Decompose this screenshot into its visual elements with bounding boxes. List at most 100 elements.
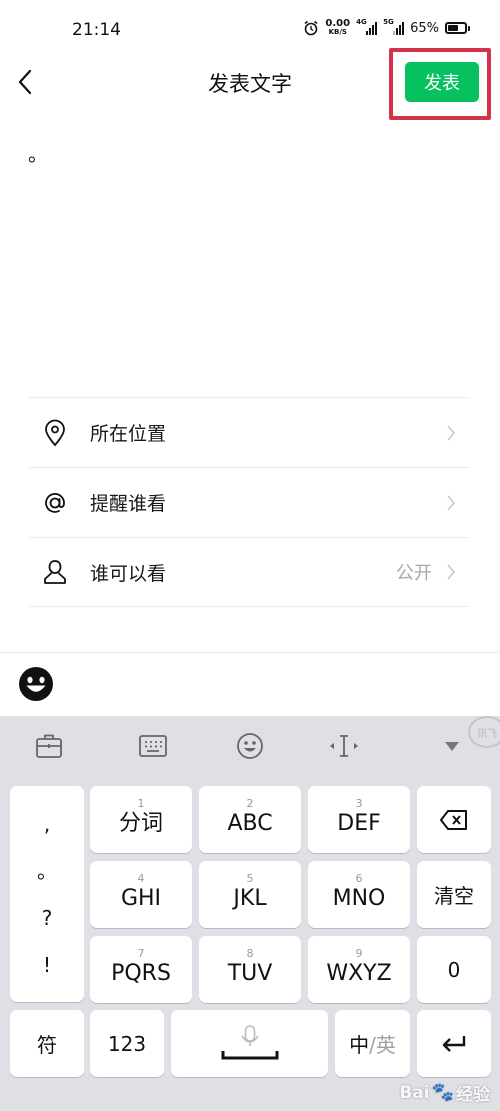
backspace-icon	[440, 809, 467, 830]
key-label: DEF	[337, 810, 381, 836]
option-visibility[interactable]: 谁可以看 公开	[28, 537, 470, 607]
key-number: 9	[355, 946, 363, 960]
triangle-down-icon	[445, 742, 459, 751]
option-mention[interactable]: 提醒谁看	[28, 467, 470, 537]
status-indicators: 0.00 KB/S 4G 5G 65%	[303, 18, 470, 37]
keyboard-cursor-button[interactable]	[328, 730, 360, 762]
key-number: 4	[137, 871, 145, 885]
chevron-right-icon	[447, 424, 456, 441]
keyboard-emoji-button[interactable]	[234, 730, 266, 762]
key-4[interactable]: 4 GHI	[90, 861, 192, 928]
ime-switch-label: 中/英	[349, 1029, 396, 1058]
space-key[interactable]	[171, 1010, 328, 1077]
location-pin-icon	[45, 419, 65, 446]
clear-key-label: 清空	[434, 884, 474, 908]
key-label: PQRS	[111, 960, 171, 986]
ime-logo: 讯飞	[468, 716, 500, 748]
key-number: 8	[246, 946, 254, 960]
emoji-bar	[0, 652, 500, 716]
keyboard-collapse-button[interactable]	[436, 730, 468, 762]
keyboard-icon	[139, 735, 167, 757]
key-9[interactable]: 9 WXYZ	[308, 936, 410, 1003]
zero-key[interactable]: 0	[417, 936, 491, 1003]
key-6[interactable]: 6 MNO	[308, 861, 410, 928]
key-number: 1	[137, 796, 145, 810]
battery-percentage: 65%	[410, 20, 439, 36]
cursor-move-icon	[330, 735, 358, 757]
key-number: 3	[355, 796, 363, 810]
sim2-network-tag: 5G	[383, 18, 394, 26]
punctuation-key-column[interactable]: , 。 ? !	[10, 786, 84, 1002]
zero-key-label: 0	[447, 957, 461, 982]
at-sign-icon	[45, 492, 65, 513]
numeric-key[interactable]: 123	[90, 1010, 164, 1077]
option-visibility-value: 公开	[396, 563, 432, 584]
watermark-text: Bai	[399, 1082, 430, 1103]
enter-key[interactable]	[417, 1010, 491, 1077]
key-number: 2	[246, 796, 254, 810]
person-icon	[44, 560, 66, 584]
emoji-smiley-icon[interactable]	[18, 666, 54, 702]
battery-fill	[448, 25, 459, 31]
option-mention-label: 提醒谁看	[90, 493, 167, 515]
option-location[interactable]: 所在位置	[28, 397, 470, 467]
numeric-key-label: 123	[107, 1031, 147, 1056]
toolbox-icon	[36, 734, 62, 758]
keyboard-layout-button[interactable]	[137, 730, 169, 762]
publish-button[interactable]: 发表	[405, 62, 479, 102]
ime-chinese-label: 中	[349, 1033, 370, 1057]
ime-keyboard: 讯飞 , 。 ? ! 1 分词 2 ABC 3 DEF 4 GHI 5 JKL …	[0, 716, 500, 1111]
watermark-text-2: 经验	[456, 1085, 490, 1105]
symbol-key[interactable]: 符	[10, 1010, 84, 1077]
option-location-label: 所在位置	[90, 423, 167, 445]
backspace-key[interactable]	[417, 786, 491, 853]
post-options-list: 所在位置 提醒谁看 谁可以看 公开	[28, 397, 470, 607]
baidu-paw-icon: 🐾	[431, 1082, 454, 1103]
battery-icon	[445, 22, 470, 34]
post-text-input[interactable]: 。	[28, 138, 48, 167]
key-number: 6	[355, 871, 363, 885]
keyboard-toolbox-button[interactable]	[33, 730, 65, 762]
key-label: WXYZ	[326, 960, 392, 986]
key-1[interactable]: 1 分词	[90, 786, 192, 853]
status-time: 21:14	[72, 20, 121, 40]
key-3[interactable]: 3 DEF	[308, 786, 410, 853]
key-label: JKL	[233, 885, 267, 911]
baidu-jingyan-watermark: Bai 🐾 经验	[399, 1080, 490, 1105]
network-speed-value: 0.00	[325, 18, 351, 29]
punctuation-key[interactable]: ,	[44, 814, 50, 834]
key-8[interactable]: 8 TUV	[199, 936, 301, 1003]
key-2[interactable]: 2 ABC	[199, 786, 301, 853]
back-arrow-icon[interactable]	[14, 66, 38, 98]
keyboard-toolbar: 讯飞	[0, 716, 500, 780]
key-label: 分词	[118, 810, 163, 836]
key-label: GHI	[120, 885, 162, 911]
chevron-right-icon	[447, 494, 456, 511]
ime-english-label: 英	[375, 1033, 396, 1057]
key-label: ABC	[227, 810, 273, 836]
network-speed: 0.00 KB/S	[325, 18, 351, 37]
symbol-key-label: 符	[37, 1033, 57, 1057]
clear-key[interactable]: 清空	[417, 861, 491, 928]
punctuation-key[interactable]: ?	[42, 908, 53, 928]
alarm-clock-icon	[304, 20, 318, 36]
key-label: MNO	[332, 885, 386, 911]
sim1-network-tag: 4G	[356, 18, 367, 26]
emoji-icon	[237, 733, 263, 759]
option-visibility-label: 谁可以看	[90, 562, 167, 585]
network-speed-unit: KB/S	[328, 28, 347, 36]
signal-sim1-icon: 4G	[356, 18, 378, 35]
signal-sim2-icon: 5G	[383, 18, 405, 35]
key-label: TUV	[227, 960, 273, 986]
key-7[interactable]: 7 PQRS	[90, 936, 192, 1003]
ime-switch-key[interactable]: 中/英	[335, 1010, 410, 1077]
key-5[interactable]: 5 JKL	[199, 861, 301, 928]
key-number: 5	[246, 871, 254, 885]
key-number: 7	[137, 946, 145, 960]
chevron-right-icon	[447, 564, 456, 580]
microphone-space-icon	[221, 1024, 278, 1059]
ime-separator: /	[369, 1033, 376, 1057]
punctuation-key[interactable]: !	[43, 955, 51, 975]
punctuation-key[interactable]: 。	[37, 861, 57, 881]
enter-arrow-icon	[442, 1035, 466, 1052]
